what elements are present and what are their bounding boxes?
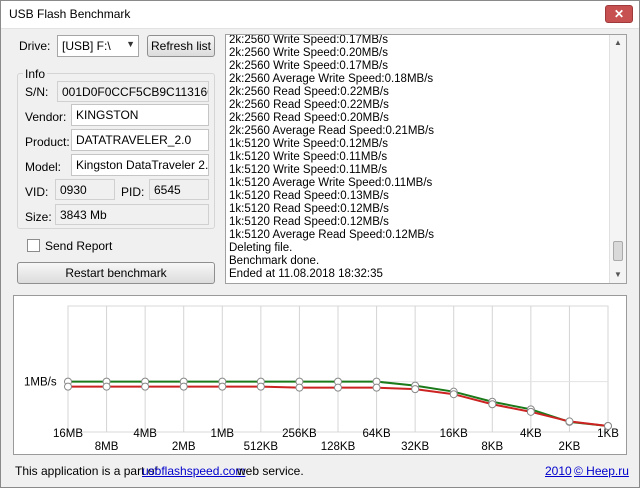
info-group-title: Info: [23, 67, 48, 81]
size-field[interactable]: 3843 Mb: [55, 204, 209, 225]
data-point: [102, 382, 111, 391]
data-point: [449, 390, 458, 399]
log-line: 1k:5120 Write Speed:0.12MB/s: [229, 138, 388, 150]
x-tick-label: 32KB: [401, 441, 429, 453]
x-tick-label: 16KB: [440, 428, 468, 440]
chevron-down-icon: ▼: [126, 39, 135, 49]
x-tick-label: 1MB: [210, 428, 234, 440]
data-point: [295, 383, 304, 392]
data-point: [334, 383, 342, 392]
footer-year-link[interactable]: 2010: [545, 464, 572, 478]
log-line: 2k:2560 Average Read Speed:0.21MB/s: [229, 125, 435, 137]
x-tick-label: 8MB: [95, 441, 119, 453]
log-line: 1k:5120 Average Read Speed:0.12MB/s: [229, 229, 435, 241]
log-scrollbar[interactable]: ▲ ▼: [609, 35, 626, 283]
x-tick-label: 64KB: [363, 428, 391, 440]
data-point: [179, 382, 188, 391]
x-tick-label: 2MB: [172, 441, 196, 453]
speed-chart: 1MB/s 16MB 8MB 4MB 2MB 1MB 512KB256KB 128KB 64KB…: [24, 305, 619, 453]
log-output[interactable]: 2k:2560 Write Speed:0.17MB/s 2k:2560 Writ…: [225, 34, 627, 284]
scroll-up-icon[interactable]: ▲: [610, 35, 626, 51]
log-line: 2k:2560 Average Write Speed:0.18MB/s: [229, 73, 434, 85]
log-line: Benchmark done.: [229, 255, 320, 267]
restart-benchmark-button[interactable]: Restart benchmark: [17, 262, 215, 284]
data-point: [488, 400, 497, 409]
send-report-checkbox[interactable]: [27, 239, 40, 252]
product-field[interactable]: DATATRAVELER_2.0: [71, 129, 209, 151]
log-line: Deleting file.: [229, 242, 293, 254]
model-field[interactable]: Kingston DataTraveler 2.0: [71, 154, 209, 176]
log-line: 1k:5120 Read Speed:0.12MB/s: [229, 216, 389, 228]
footer-prefix: This application is a part of: [15, 464, 158, 478]
data-point: [141, 382, 150, 391]
pid-label: PID:: [121, 185, 145, 199]
vid-field[interactable]: 0930: [55, 179, 115, 200]
data-point: [372, 383, 381, 392]
footer-copyright-link[interactable]: © Heep.ru: [574, 464, 629, 478]
log-line: 2k:2560 Write Speed:0.17MB/s: [229, 60, 388, 72]
data-point: [256, 382, 265, 391]
speed-chart-panel: 1MB/s 16MB 8MB 4MB 2MB 1MB 512KB 256KB 128KB 64KB…: [13, 295, 627, 455]
data-point: [218, 382, 227, 391]
x-tick-label: 128KB: [321, 441, 356, 453]
log-line: 1k:5120 Write Speed:0.11MB/s: [229, 151, 388, 163]
log-line: 2k:2560 Read Speed:0.20MB/s: [229, 112, 389, 124]
log-line: 1k:5120 Average Write Speed:0.11MB/s: [229, 177, 433, 189]
log-line: 2k:2560 Write Speed:0.20MB/s: [229, 47, 388, 59]
x-tick-label: 4KB: [520, 428, 542, 440]
x-tick-label: 16MB: [53, 428, 83, 440]
footer-link[interactable]: usbflashspeed.com: [142, 464, 245, 478]
x-tick-label: 256KB: [282, 428, 317, 440]
model-label: Model:: [25, 160, 62, 174]
vendor-field[interactable]: KINGSTON: [71, 104, 209, 126]
data-point: [64, 382, 72, 391]
data-point: [604, 421, 612, 430]
drive-label: Drive:: [19, 39, 51, 53]
x-tick-label: 8KB: [481, 441, 503, 453]
log-line: 2k:2560 Write Speed:0.17MB/s: [229, 34, 388, 46]
sn-label: S/N:: [25, 85, 49, 99]
y-axis-tick-label: 1MB/s: [24, 377, 57, 389]
product-label: Product:: [25, 135, 70, 149]
window-title: USB Flash Benchmark: [9, 7, 131, 21]
x-tick-label: 512KB: [244, 441, 279, 453]
close-button[interactable]: ✕: [605, 5, 633, 23]
send-report-label[interactable]: Send Report: [45, 239, 112, 253]
refresh-list-button[interactable]: Refresh list: [147, 35, 215, 57]
x-tick-label: 2KB: [559, 441, 581, 453]
vid-label: VID:: [25, 185, 49, 199]
app-window: USB Flash Benchmark ✕ Drive: [USB] F:\ ▼…: [0, 0, 640, 488]
log-line: 1k:5120 Write Speed:0.11MB/s: [229, 164, 388, 176]
data-point: [565, 417, 574, 426]
vendor-label: Vendor:: [25, 110, 67, 124]
scroll-thumb[interactable]: [613, 241, 623, 261]
log-line: 1k:5120 Read Speed:0.12MB/s: [229, 203, 389, 215]
drive-select-value: [USB] F:\: [62, 39, 111, 53]
log-line: 1k:5120 Read Speed:0.13MB/s: [229, 190, 389, 202]
log-line: 2k:2560 Read Speed:0.22MB/s: [229, 99, 389, 111]
sn-field[interactable]: 001D0F0CCF5CB9C113160210: [57, 81, 209, 102]
log-lines: 2k:2560 Write Speed:0.17MB/s 2k:2560 Writ…: [229, 34, 609, 281]
pid-field[interactable]: 6545: [149, 179, 209, 200]
scroll-down-icon[interactable]: ▼: [610, 267, 626, 283]
footer-suffix: web service.: [237, 464, 304, 478]
data-point: [526, 407, 535, 416]
data-point: [411, 385, 420, 394]
size-label: Size:: [25, 210, 52, 224]
log-line: Ended at 11.08.2018 18:32:35: [229, 268, 383, 280]
drive-select[interactable]: [USB] F:\ ▼: [57, 35, 139, 57]
x-tick-label: 4MB: [133, 428, 157, 440]
log-line: 2k:2560 Read Speed:0.22MB/s: [229, 86, 389, 98]
title-bar[interactable]: USB Flash Benchmark ✕: [1, 1, 639, 29]
